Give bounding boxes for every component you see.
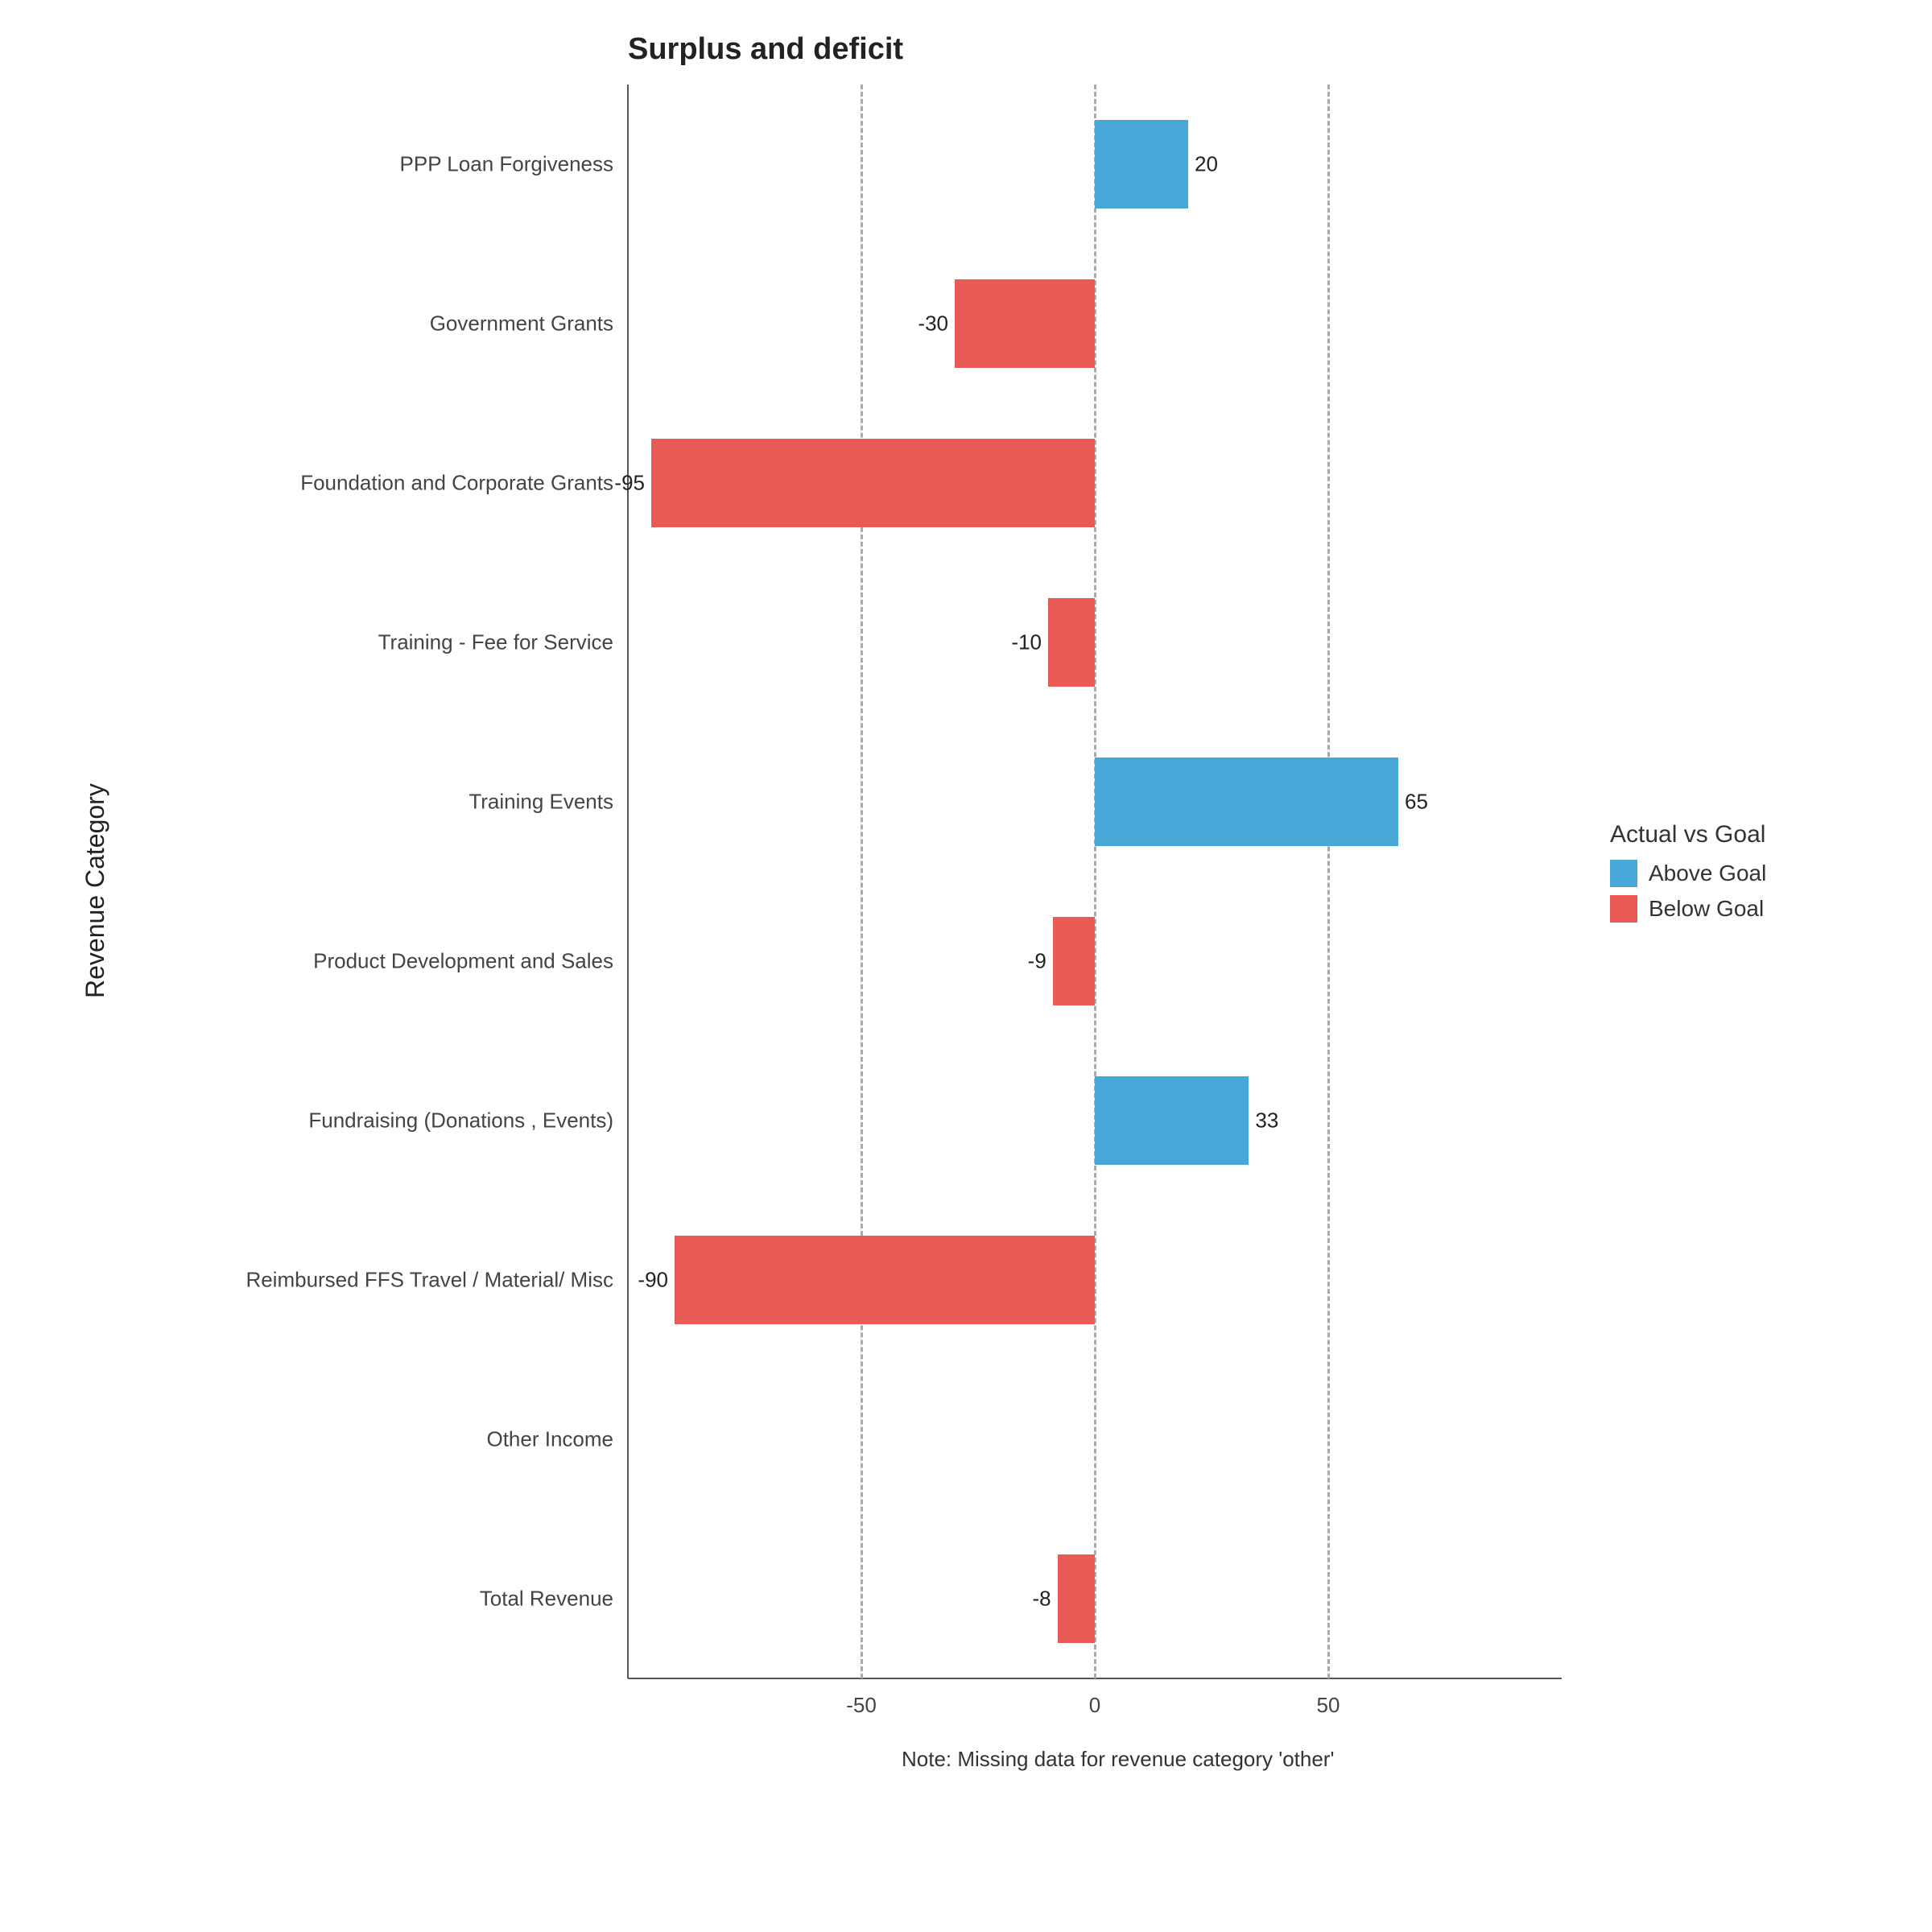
bar-value-label: 33 (1255, 1108, 1278, 1133)
x-tick-label: 0 (1089, 1678, 1100, 1718)
legend-item-below: Below Goal (1610, 895, 1766, 923)
y-tick-label: Foundation and Corporate Grants (300, 471, 628, 496)
bar (651, 439, 1095, 527)
y-tick-label: Reimbursed FFS Travel / Material/ Misc (246, 1268, 628, 1293)
bar-value-label: 20 (1195, 152, 1218, 177)
y-tick-label: Training - Fee for Service (378, 630, 628, 655)
bar (1095, 758, 1398, 846)
plot-area: -50050PPP Loan Forgiveness20Government G… (628, 85, 1562, 1678)
bar-value-label: -90 (638, 1268, 668, 1293)
chart-container: Surplus and deficit Revenue Category -50… (64, 32, 1868, 1900)
chart-title: Surplus and deficit (628, 32, 903, 67)
bar (955, 279, 1095, 368)
bar-value-label: -9 (1028, 949, 1046, 974)
y-tick-label: Other Income (486, 1427, 628, 1452)
legend-title: Actual vs Goal (1610, 821, 1766, 848)
y-tick-label: Government Grants (430, 312, 628, 336)
y-tick-label: Product Development and Sales (313, 949, 628, 974)
bar-value-label: -10 (1011, 630, 1042, 655)
bar (1058, 1554, 1095, 1643)
y-tick-label: PPP Loan Forgiveness (400, 152, 628, 177)
y-tick-label: Fundraising (Donations , Events) (308, 1108, 628, 1133)
legend-label-above: Above Goal (1649, 861, 1766, 886)
y-tick-label: Total Revenue (480, 1587, 628, 1612)
x-tick-label: -50 (846, 1678, 877, 1718)
bar (1095, 120, 1188, 208)
y-tick-label: Training Events (469, 790, 628, 815)
bar-value-label: -30 (918, 312, 948, 336)
legend-label-below: Below Goal (1649, 896, 1764, 922)
bar-value-label: -95 (614, 471, 645, 496)
legend: Actual vs Goal Above Goal Below Goal (1610, 821, 1766, 931)
y-axis-title: Revenue Category (80, 783, 110, 998)
gridline (1327, 85, 1330, 1678)
x-tick-label: 50 (1317, 1678, 1340, 1718)
legend-item-above: Above Goal (1610, 860, 1766, 887)
bar-value-label: 65 (1405, 790, 1428, 815)
gridline (861, 85, 863, 1678)
bar (1048, 598, 1095, 687)
legend-swatch-below (1610, 895, 1637, 923)
legend-swatch-above (1610, 860, 1637, 887)
chart-caption: Note: Missing data for revenue category … (902, 1747, 1334, 1772)
bar-value-label: -8 (1032, 1587, 1051, 1612)
bar (1095, 1076, 1249, 1165)
bar (675, 1236, 1095, 1324)
bar (1053, 917, 1095, 1005)
